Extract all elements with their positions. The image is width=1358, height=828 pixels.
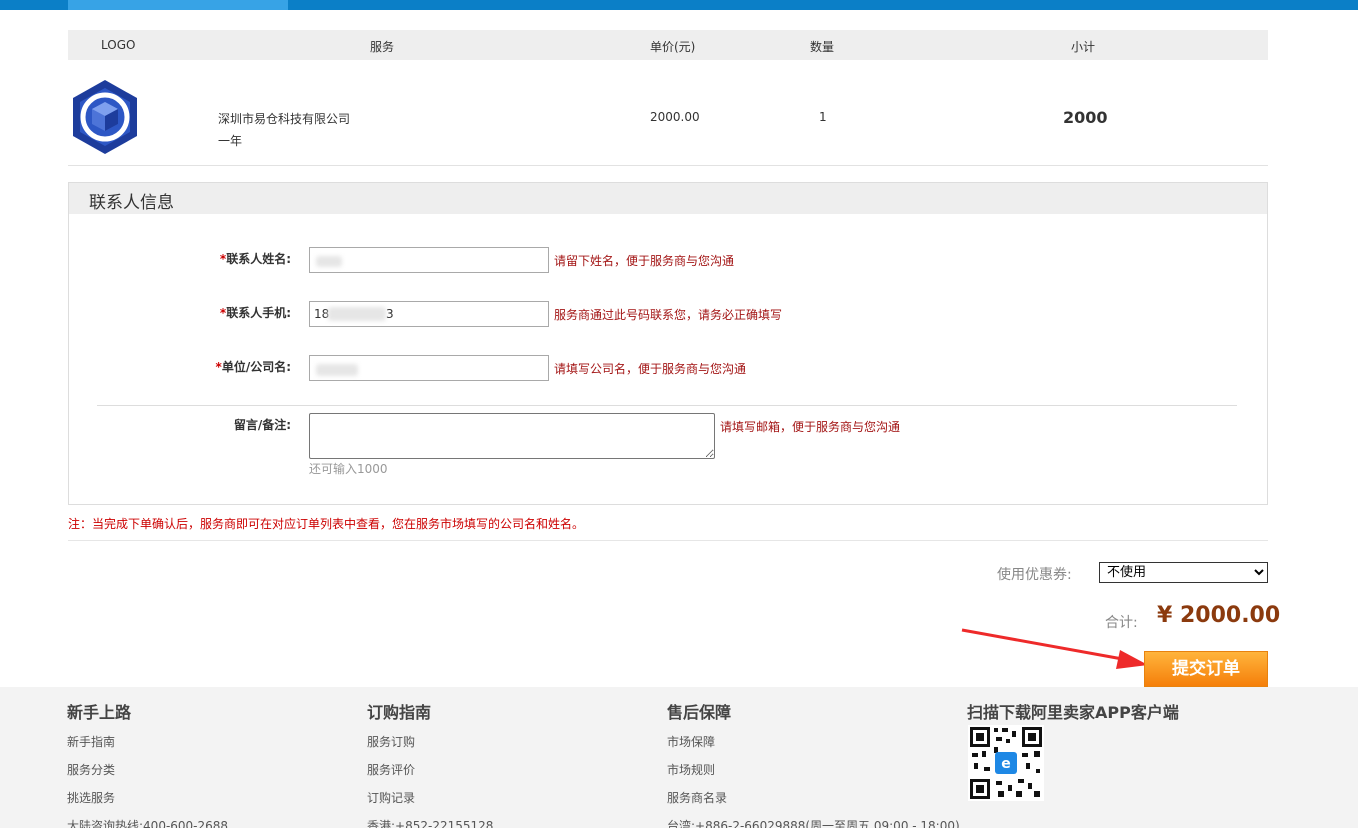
order-note: 注：当完成下单确认后，服务商即可在对应订单列表中查看，您在服务市场填写的公司名和… <box>68 517 585 531</box>
remark-hint: 请填写邮箱，便于服务商与您沟通 <box>720 420 901 434</box>
footer-link[interactable]: 服务商名录 <box>667 789 960 817</box>
company-hint: 请填写公司名，便于服务商与您沟通 <box>554 362 747 376</box>
coupon-select[interactable]: 不使用 <box>1099 562 1268 583</box>
name-label: *联系人姓名: <box>131 250 291 267</box>
header-unit-price: 单价(元) <box>650 40 696 54</box>
phone-value: 18 <box>314 307 330 321</box>
order-table-header: LOGO 服务 单价(元) 数量 小计 <box>68 30 1268 60</box>
order-row: 深圳市易仓科技有限公司 一年 2000.00 1 2000 <box>68 60 1268 166</box>
header-logo: LOGO <box>101 38 136 52</box>
total-value: ¥ 2000.00 <box>1157 603 1281 628</box>
footer-col-newbie: 新手上路 新手指南 服务分类 挑选服务 大陆咨询热线:400-600-2688 <box>67 699 228 828</box>
phone-input[interactable]: 18 3 <box>309 301 549 327</box>
footer: 新手上路 新手指南 服务分类 挑选服务 大陆咨询热线:400-600-2688 … <box>0 687 1358 828</box>
service-name[interactable]: 深圳市易仓科技有限公司 <box>218 110 350 127</box>
quantity-value: 1 <box>819 110 827 124</box>
phone-label: *联系人手机: <box>131 304 291 321</box>
remaining-chars: 还可输入1000 <box>309 462 388 476</box>
coupon-label: 使用优惠券: <box>997 567 1072 583</box>
footer-link[interactable]: 服务订购 <box>367 733 493 761</box>
footer-link[interactable]: 服务分类 <box>67 761 228 789</box>
footer-title: 扫描下载阿里卖家APP客户端 <box>967 703 1179 722</box>
header-subtotal: 小计 <box>1071 40 1096 54</box>
header-quantity: 数量 <box>810 40 835 54</box>
redacted-name <box>316 256 342 267</box>
name-input[interactable] <box>309 247 549 273</box>
hexagon-logo-icon <box>70 78 140 156</box>
svg-text:e: e <box>1001 756 1011 772</box>
footer-title: 售后保障 <box>667 703 732 722</box>
footer-link[interactable]: 订购记录 <box>367 789 493 817</box>
phone-tail: 3 <box>386 307 394 321</box>
note-divider <box>68 540 1268 541</box>
redacted-phone <box>328 307 386 321</box>
unit-price-value: 2000.00 <box>650 110 700 124</box>
service-term: 一年 <box>218 134 243 148</box>
footer-title: 订购指南 <box>367 703 432 722</box>
redacted-company <box>316 364 358 376</box>
company-label-text: 单位/公司名: <box>221 360 291 374</box>
phone-label-text: 联系人手机: <box>226 306 291 320</box>
footer-col-guide: 订购指南 服务订购 服务评价 订购记录 香港:+852-22155128 <box>367 699 493 828</box>
footer-link[interactable]: 市场规则 <box>667 761 960 789</box>
footer-title: 新手上路 <box>67 703 132 722</box>
contact-info-panel: 联系人信息 *联系人姓名: 请留下姓名，便于服务商与您沟通 *联系人手机: 18… <box>68 182 1268 505</box>
form-divider <box>97 405 1237 406</box>
remark-textarea[interactable] <box>309 413 715 459</box>
company-label: *单位/公司名: <box>131 358 291 375</box>
footer-hotline: 香港:+852-22155128 <box>367 819 494 828</box>
name-label-text: 联系人姓名: <box>226 252 291 266</box>
footer-col-aftersales: 售后保障 市场保障 市场规则 服务商名录 台湾:+886-2-66029888(… <box>667 699 960 828</box>
name-hint: 请留下姓名，便于服务商与您沟通 <box>554 254 735 268</box>
footer-link[interactable]: 市场保障 <box>667 733 960 761</box>
red-arrow-icon <box>961 628 1148 669</box>
contact-title-bar: 联系人信息 <box>69 183 1267 214</box>
qr-code-icon[interactable]: e <box>968 725 1044 801</box>
footer-link[interactable]: 服务评价 <box>367 761 493 789</box>
submit-order-button[interactable]: 提交订单 <box>1144 651 1268 687</box>
company-input[interactable] <box>309 355 549 381</box>
contact-title: 联系人信息 <box>89 193 174 213</box>
footer-hotline: 大陆咨询热线:400-600-2688 <box>67 819 229 828</box>
remark-label: 留言/备注: <box>233 418 291 432</box>
footer-link[interactable]: 新手指南 <box>67 733 228 761</box>
phone-hint: 服务商通过此号码联系您，请务必正确填写 <box>554 308 783 322</box>
footer-hotline: 台湾:+886-2-66029888(周一至周五 09:00 - 18:00) <box>667 819 960 828</box>
header-service: 服务 <box>370 40 395 54</box>
top-nav-bar <box>0 0 1358 10</box>
subtotal-value: 2000 <box>1063 108 1108 127</box>
top-nav-active-tab[interactable] <box>68 0 288 10</box>
footer-link[interactable]: 挑选服务 <box>67 789 228 817</box>
